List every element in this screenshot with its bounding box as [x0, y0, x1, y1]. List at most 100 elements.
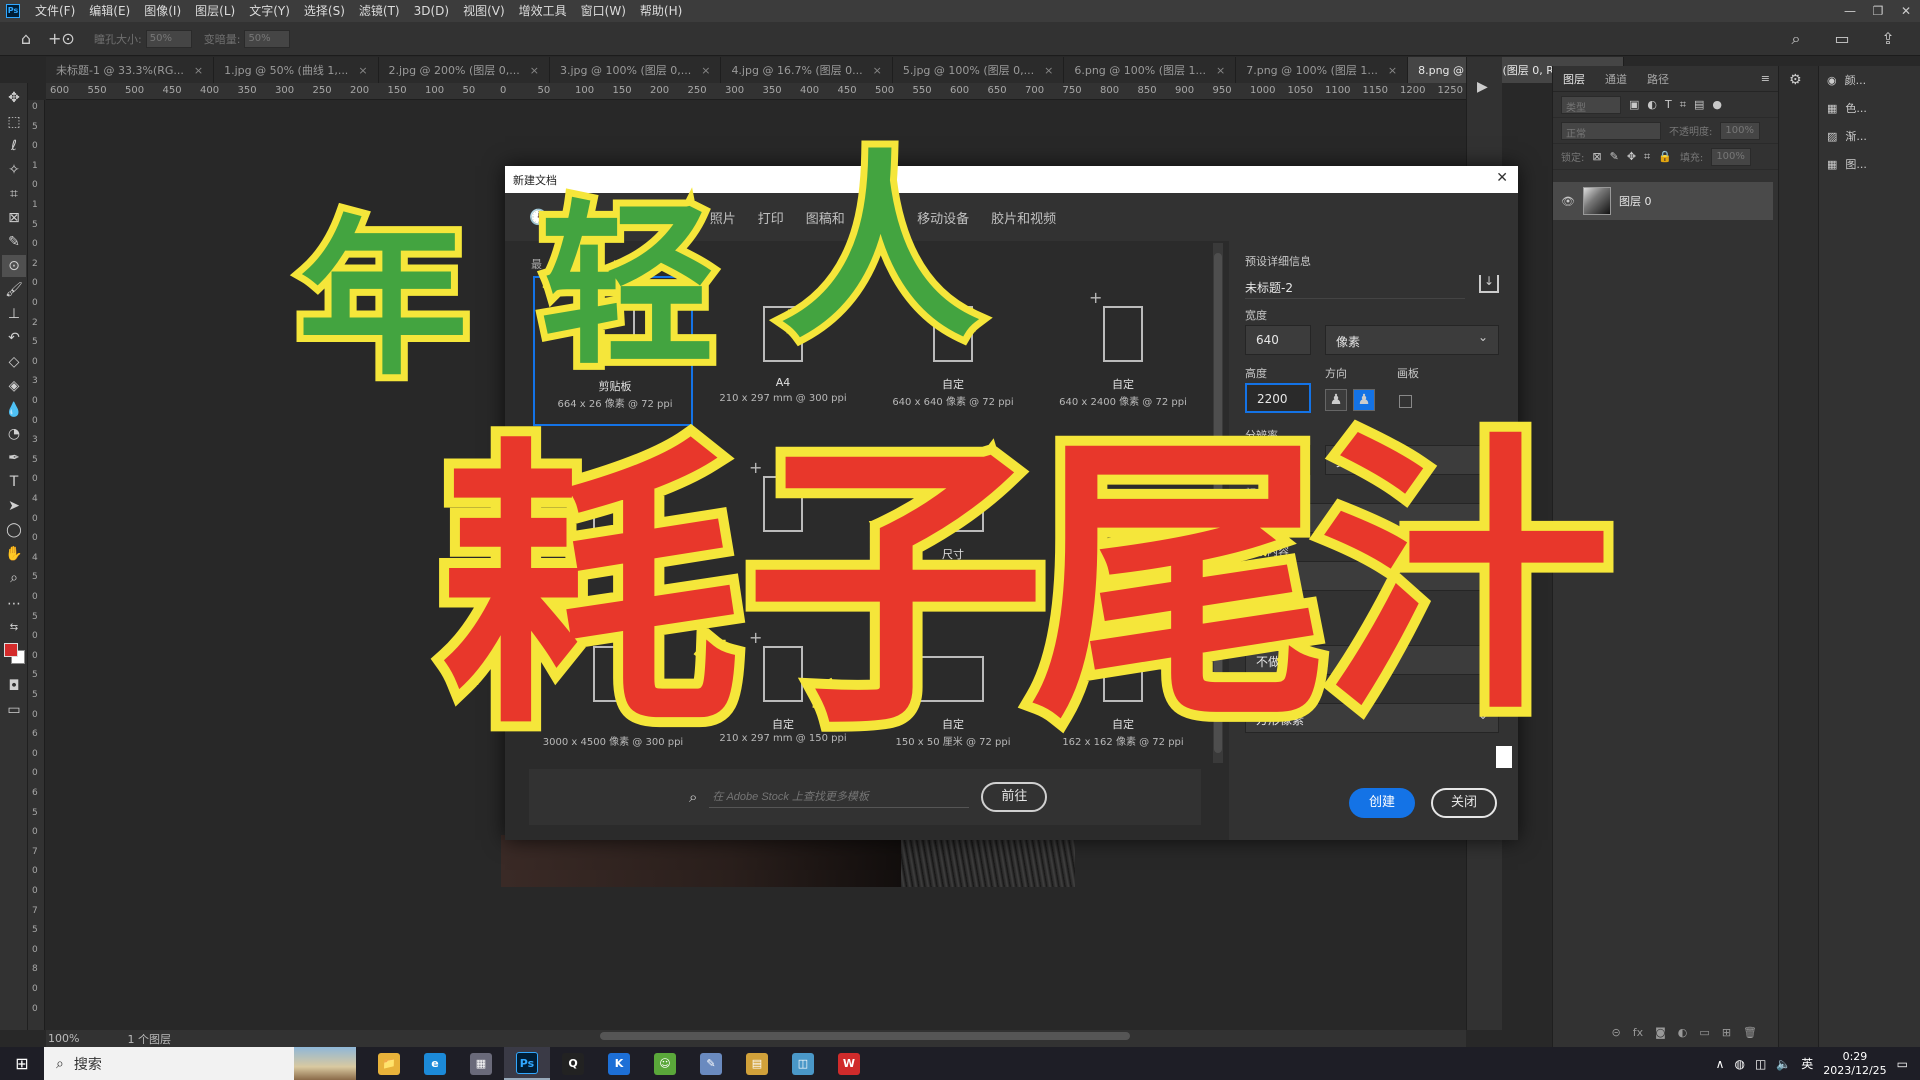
filter-toggle-icon[interactable]: ● — [1712, 98, 1722, 111]
props-item-color[interactable]: ◉ 颜... — [1819, 66, 1920, 94]
notification-icon[interactable]: ▭ — [1897, 1057, 1908, 1071]
menu-item[interactable]: 帮助(H) — [633, 0, 689, 22]
menu-item[interactable]: 视图(V) — [456, 0, 512, 22]
close-tab-icon[interactable]: × — [701, 64, 710, 77]
layer-row[interactable]: 👁 图层 0 — [1553, 182, 1773, 220]
frame-tool-icon[interactable]: ⊠ — [2, 207, 26, 229]
type-filter-icon[interactable]: T — [1665, 98, 1672, 111]
preset-card[interactable]: 自定 640 x 2400 像素 @ 72 ppi — [1043, 276, 1203, 426]
group-icon[interactable]: ▭ — [1699, 1026, 1709, 1039]
new-layer-icon[interactable]: ⊞ — [1722, 1026, 1731, 1039]
crop-tool-icon[interactable]: ⌗ — [2, 183, 26, 205]
menu-item[interactable]: 图层(L) — [188, 0, 242, 22]
height-input[interactable]: 2200 — [1245, 383, 1311, 413]
panel-menu-icon[interactable]: ≡ — [1761, 72, 1778, 85]
input-language[interactable]: 英 — [1801, 1055, 1813, 1072]
eraser-tool-icon[interactable]: ◇ — [2, 351, 26, 373]
save-preset-icon[interactable]: ↓ — [1479, 275, 1499, 293]
unit-select[interactable]: 像素 — [1325, 325, 1499, 355]
taskbar-app-edge[interactable]: e — [412, 1047, 458, 1080]
menu-item[interactable]: 窗口(W) — [574, 0, 633, 22]
menu-item[interactable]: 增效工具 — [512, 0, 574, 22]
zoom-level[interactable]: 100% — [48, 1032, 79, 1045]
layer-name[interactable]: 图层 0 — [1619, 193, 1652, 209]
taskbar-app-file-explorer[interactable]: 📁 — [366, 1047, 412, 1080]
document-tab[interactable]: 3.jpg @ 100% (图层 0,... × — [549, 57, 722, 83]
menu-item[interactable]: 图像(I) — [137, 0, 188, 22]
props-item-patterns[interactable]: ▦ 图... — [1819, 150, 1920, 178]
dialog-close-icon[interactable]: ✕ — [1496, 170, 1508, 186]
close-dialog-button[interactable]: 关闭 — [1431, 788, 1497, 818]
portrait-icon[interactable]: ♟ — [1325, 389, 1347, 411]
tab-paths[interactable]: 路径 — [1637, 71, 1679, 87]
lock-position-icon[interactable]: ✥ — [1627, 150, 1636, 163]
trash-icon[interactable]: 🗑 — [1743, 1026, 1757, 1039]
menu-item[interactable]: 文件(F) — [28, 0, 82, 22]
menu-item[interactable]: 编辑(E) — [82, 0, 137, 22]
tab-channels[interactable]: 通道 — [1595, 71, 1637, 87]
close-tab-icon[interactable]: × — [194, 64, 203, 77]
taskbar-app-kugou[interactable]: K — [596, 1047, 642, 1080]
tab-layers[interactable]: 图层 — [1553, 71, 1595, 87]
windows-start-icon[interactable]: ⊞ — [0, 1047, 44, 1080]
taskbar-app-app-folder[interactable]: ▤ — [734, 1047, 780, 1080]
lock-all-icon[interactable]: 🔒 — [1658, 150, 1672, 163]
darken-input[interactable]: 50% — [244, 29, 291, 48]
taskbar-search[interactable]: ⌕ 搜索 — [44, 1047, 356, 1080]
close-tab-icon[interactable]: × — [873, 64, 882, 77]
add-mask-icon[interactable]: ◙ — [1655, 1026, 1666, 1039]
close-tab-icon[interactable]: × — [358, 64, 367, 77]
blend-mode-select[interactable]: 正常 — [1561, 121, 1661, 140]
home-icon[interactable]: ⌂ — [14, 27, 38, 51]
taskbar-app-app-window[interactable]: ◫ — [780, 1047, 826, 1080]
wechat-icon[interactable]: ◍ — [1734, 1057, 1744, 1071]
layer-filter-select[interactable]: 类型 — [1561, 95, 1621, 114]
document-tab[interactable]: 6.png @ 100% (图层 1... × — [1064, 57, 1237, 83]
network-icon[interactable]: ◫ — [1755, 1057, 1766, 1071]
move-tool-icon[interactable]: ✥ — [2, 87, 26, 109]
document-tab[interactable]: 4.jpg @ 16.7% (图层 0... × — [721, 57, 893, 83]
close-tab-icon[interactable]: × — [1044, 64, 1053, 77]
foreground-color-swatch[interactable] — [4, 643, 18, 657]
artboard-checkbox[interactable] — [1399, 395, 1412, 408]
tab-film-video[interactable]: 胶片和视频 — [991, 208, 1056, 227]
opacity-input[interactable]: 100% — [1720, 121, 1761, 140]
fill-input[interactable]: 100% — [1711, 147, 1752, 166]
props-item-gradients[interactable]: ▨ 渐... — [1819, 122, 1920, 150]
pen-tool-icon[interactable]: ✒ — [2, 447, 26, 469]
menu-item[interactable]: 文字(Y) — [242, 0, 297, 22]
magic-wand-tool-icon[interactable]: ✧ — [2, 159, 26, 181]
blur-tool-icon[interactable]: 💧 — [2, 399, 26, 421]
red-eye-tool-icon[interactable]: ⊙ — [2, 255, 26, 277]
document-tab[interactable]: 2.jpg @ 200% (图层 0,... × — [378, 57, 550, 83]
workspace-icon[interactable]: ▭ — [1830, 27, 1854, 51]
ellipse-tool-icon[interactable]: ◯ — [2, 519, 26, 541]
share-icon[interactable]: ⇪ — [1876, 27, 1900, 51]
menu-item[interactable]: 选择(S) — [297, 0, 352, 22]
eyedropper-tool-icon[interactable]: ✎ — [2, 231, 26, 253]
restore-button[interactable]: ❐ — [1864, 0, 1892, 22]
dodge-tool-icon[interactable]: ◔ — [2, 423, 26, 445]
lasso-tool-icon[interactable]: ℓ — [2, 135, 26, 157]
smart-filter-icon[interactable]: ▤ — [1694, 98, 1704, 111]
taskbar-app-qq[interactable]: Q — [550, 1047, 596, 1080]
document-name-field[interactable]: 未标题-2 — [1245, 275, 1465, 299]
link-layers-icon[interactable]: ⊝ — [1612, 1026, 1621, 1039]
hand-tool-icon[interactable]: ✋ — [2, 543, 26, 565]
taskbar-app-wps[interactable]: W — [826, 1047, 872, 1080]
shape-filter-icon[interactable]: ⌗ — [1680, 98, 1686, 112]
quick-mask-icon[interactable]: ◘ — [2, 675, 26, 697]
properties-icon[interactable]: ⚙ — [1789, 72, 1802, 88]
visibility-eye-icon[interactable]: 👁 — [1561, 195, 1575, 208]
document-tab[interactable]: 5.jpg @ 100% (图层 0,... × — [892, 57, 1065, 83]
width-input[interactable]: 640 — [1245, 325, 1311, 355]
adjustment-filter-icon[interactable]: ◐ — [1647, 98, 1657, 111]
zoom-tool-icon[interactable]: ⌕ — [2, 567, 26, 589]
document-tab[interactable]: 1.jpg @ 50% (曲线 1,... × — [214, 57, 379, 83]
taskbar-app-app-green[interactable]: ☺ — [642, 1047, 688, 1080]
lock-pixels-icon[interactable]: ✎ — [1610, 150, 1619, 163]
swap-colors-icon[interactable]: ⇆ — [2, 617, 26, 639]
path-select-tool-icon[interactable]: ➤ — [2, 495, 26, 517]
props-item-swatches[interactable]: ▦ 色... — [1819, 94, 1920, 122]
pupil-size-input[interactable]: 50% — [145, 29, 192, 48]
